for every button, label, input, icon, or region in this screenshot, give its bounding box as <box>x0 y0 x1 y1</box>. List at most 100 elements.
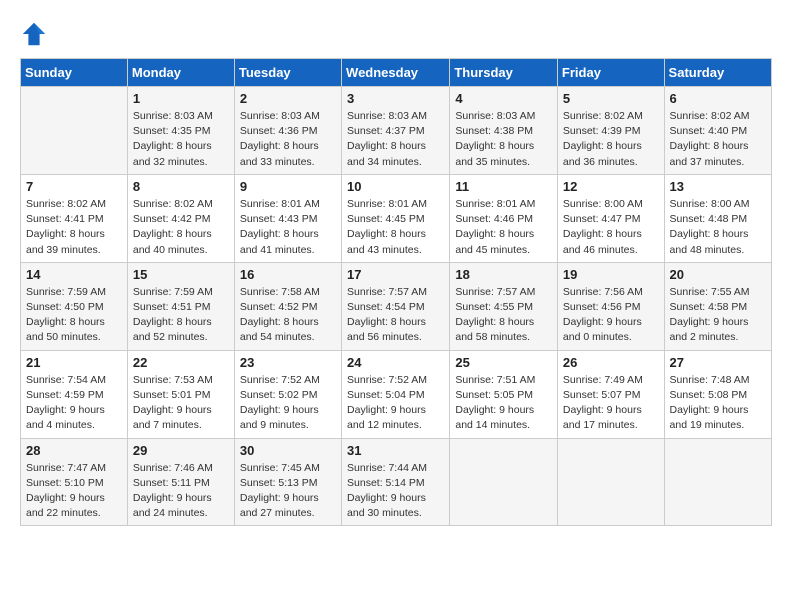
day-info: Sunrise: 8:03 AM Sunset: 4:35 PM Dayligh… <box>133 109 229 170</box>
day-info: Sunrise: 8:01 AM Sunset: 4:46 PM Dayligh… <box>455 197 552 258</box>
calendar-cell: 20 Sunrise: 7:55 AM Sunset: 4:58 PM Dayli… <box>664 262 771 350</box>
day-number: 26 <box>563 355 659 370</box>
calendar-cell: 31 Sunrise: 7:44 AM Sunset: 5:14 PM Dayli… <box>342 438 450 526</box>
day-info: Sunrise: 8:00 AM Sunset: 4:48 PM Dayligh… <box>670 197 766 258</box>
day-header-thursday: Thursday <box>450 59 558 87</box>
calendar-cell: 14 Sunrise: 7:59 AM Sunset: 4:50 PM Dayli… <box>21 262 128 350</box>
day-info: Sunrise: 7:55 AM Sunset: 4:58 PM Dayligh… <box>670 285 766 346</box>
day-number: 4 <box>455 91 552 106</box>
day-info: Sunrise: 7:52 AM Sunset: 5:02 PM Dayligh… <box>240 373 336 434</box>
calendar-cell: 28 Sunrise: 7:47 AM Sunset: 5:10 PM Dayli… <box>21 438 128 526</box>
day-number: 13 <box>670 179 766 194</box>
day-number: 2 <box>240 91 336 106</box>
week-row-5: 28 Sunrise: 7:47 AM Sunset: 5:10 PM Dayli… <box>21 438 772 526</box>
calendar-cell: 17Sunrise: 7:57 AM Sunset: 4:54 PM Dayli… <box>342 262 450 350</box>
day-info: Sunrise: 8:02 AM Sunset: 4:40 PM Dayligh… <box>670 109 766 170</box>
calendar-cell: 2 Sunrise: 8:03 AM Sunset: 4:36 PM Daylig… <box>234 87 341 175</box>
day-number: 12 <box>563 179 659 194</box>
day-header-wednesday: Wednesday <box>342 59 450 87</box>
day-number: 14 <box>26 267 122 282</box>
calendar-cell: 27 Sunrise: 7:48 AM Sunset: 5:08 PM Dayli… <box>664 350 771 438</box>
day-info: Sunrise: 8:03 AM Sunset: 4:37 PM Dayligh… <box>347 109 444 170</box>
calendar-cell: 9 Sunrise: 8:01 AM Sunset: 4:43 PM Daylig… <box>234 174 341 262</box>
calendar-cell: 8 Sunrise: 8:02 AM Sunset: 4:42 PM Daylig… <box>127 174 234 262</box>
calendar-cell: 23 Sunrise: 7:52 AM Sunset: 5:02 PM Dayli… <box>234 350 341 438</box>
day-info: Sunrise: 8:02 AM Sunset: 4:41 PM Dayligh… <box>26 197 122 258</box>
day-number: 31 <box>347 443 444 458</box>
calendar-cell: 19 Sunrise: 7:56 AM Sunset: 4:56 PM Dayli… <box>557 262 664 350</box>
calendar-cell: 6 Sunrise: 8:02 AM Sunset: 4:40 PM Daylig… <box>664 87 771 175</box>
day-number: 7 <box>26 179 122 194</box>
week-row-2: 7 Sunrise: 8:02 AM Sunset: 4:41 PM Daylig… <box>21 174 772 262</box>
day-info: Sunrise: 8:02 AM Sunset: 4:42 PM Dayligh… <box>133 197 229 258</box>
calendar-cell: 29 Sunrise: 7:46 AM Sunset: 5:11 PM Dayli… <box>127 438 234 526</box>
calendar-cell: 26 Sunrise: 7:49 AM Sunset: 5:07 PM Dayli… <box>557 350 664 438</box>
calendar-cell: 10 Sunrise: 8:01 AM Sunset: 4:45 PM Dayli… <box>342 174 450 262</box>
calendar-cell <box>450 438 558 526</box>
day-number: 23 <box>240 355 336 370</box>
day-number: 29 <box>133 443 229 458</box>
day-number: 17 <box>347 267 444 282</box>
calendar-cell: 7 Sunrise: 8:02 AM Sunset: 4:41 PM Daylig… <box>21 174 128 262</box>
day-number: 19 <box>563 267 659 282</box>
day-number: 11 <box>455 179 552 194</box>
day-info: Sunrise: 7:48 AM Sunset: 5:08 PM Dayligh… <box>670 373 766 434</box>
day-info: Sunrise: 8:01 AM Sunset: 4:43 PM Dayligh… <box>240 197 336 258</box>
calendar-cell: 16Sunrise: 7:58 AM Sunset: 4:52 PM Dayli… <box>234 262 341 350</box>
day-info: Sunrise: 7:51 AM Sunset: 5:05 PM Dayligh… <box>455 373 552 434</box>
day-info: Sunrise: 8:02 AM Sunset: 4:39 PM Dayligh… <box>563 109 659 170</box>
calendar-cell: 12Sunrise: 8:00 AM Sunset: 4:47 PM Dayli… <box>557 174 664 262</box>
day-number: 5 <box>563 91 659 106</box>
day-info: Sunrise: 7:49 AM Sunset: 5:07 PM Dayligh… <box>563 373 659 434</box>
calendar-cell: 11 Sunrise: 8:01 AM Sunset: 4:46 PM Dayli… <box>450 174 558 262</box>
day-info: Sunrise: 8:03 AM Sunset: 4:36 PM Dayligh… <box>240 109 336 170</box>
day-info: Sunrise: 7:44 AM Sunset: 5:14 PM Dayligh… <box>347 461 444 522</box>
calendar-cell <box>557 438 664 526</box>
day-info: Sunrise: 7:46 AM Sunset: 5:11 PM Dayligh… <box>133 461 229 522</box>
day-number: 28 <box>26 443 122 458</box>
day-info: Sunrise: 7:57 AM Sunset: 4:55 PM Dayligh… <box>455 285 552 346</box>
week-row-3: 14 Sunrise: 7:59 AM Sunset: 4:50 PM Dayli… <box>21 262 772 350</box>
day-header-saturday: Saturday <box>664 59 771 87</box>
calendar-cell <box>664 438 771 526</box>
day-info: Sunrise: 7:56 AM Sunset: 4:56 PM Dayligh… <box>563 285 659 346</box>
calendar-cell: 1 Sunrise: 8:03 AM Sunset: 4:35 PM Daylig… <box>127 87 234 175</box>
calendar-cell: 25 Sunrise: 7:51 AM Sunset: 5:05 PM Dayli… <box>450 350 558 438</box>
day-number: 24 <box>347 355 444 370</box>
calendar-cell: 22Sunrise: 7:53 AM Sunset: 5:01 PM Dayli… <box>127 350 234 438</box>
day-number: 9 <box>240 179 336 194</box>
calendar-cell: 5 Sunrise: 8:02 AM Sunset: 4:39 PM Daylig… <box>557 87 664 175</box>
day-number: 21 <box>26 355 122 370</box>
day-number: 3 <box>347 91 444 106</box>
calendar-cell: 15Sunrise: 7:59 AM Sunset: 4:51 PM Dayli… <box>127 262 234 350</box>
logo <box>20 20 52 48</box>
calendar-table: SundayMondayTuesdayWednesdayThursdayFrid… <box>20 58 772 526</box>
day-number: 8 <box>133 179 229 194</box>
day-number: 6 <box>670 91 766 106</box>
calendar-cell: 18 Sunrise: 7:57 AM Sunset: 4:55 PM Dayli… <box>450 262 558 350</box>
day-info: Sunrise: 8:03 AM Sunset: 4:38 PM Dayligh… <box>455 109 552 170</box>
calendar-cell: 13 Sunrise: 8:00 AM Sunset: 4:48 PM Dayli… <box>664 174 771 262</box>
day-number: 27 <box>670 355 766 370</box>
calendar-cell: 4 Sunrise: 8:03 AM Sunset: 4:38 PM Daylig… <box>450 87 558 175</box>
day-header-friday: Friday <box>557 59 664 87</box>
day-number: 20 <box>670 267 766 282</box>
day-info: Sunrise: 7:54 AM Sunset: 4:59 PM Dayligh… <box>26 373 122 434</box>
day-number: 30 <box>240 443 336 458</box>
day-number: 18 <box>455 267 552 282</box>
day-info: Sunrise: 7:59 AM Sunset: 4:51 PM Dayligh… <box>133 285 229 346</box>
calendar-cell: 3 Sunrise: 8:03 AM Sunset: 4:37 PM Daylig… <box>342 87 450 175</box>
header-row: SundayMondayTuesdayWednesdayThursdayFrid… <box>21 59 772 87</box>
logo-icon <box>20 20 48 48</box>
day-header-sunday: Sunday <box>21 59 128 87</box>
day-number: 25 <box>455 355 552 370</box>
day-info: Sunrise: 8:01 AM Sunset: 4:45 PM Dayligh… <box>347 197 444 258</box>
day-number: 1 <box>133 91 229 106</box>
day-number: 10 <box>347 179 444 194</box>
day-info: Sunrise: 7:53 AM Sunset: 5:01 PM Dayligh… <box>133 373 229 434</box>
day-info: Sunrise: 7:47 AM Sunset: 5:10 PM Dayligh… <box>26 461 122 522</box>
week-row-1: 1 Sunrise: 8:03 AM Sunset: 4:35 PM Daylig… <box>21 87 772 175</box>
calendar-cell <box>21 87 128 175</box>
day-info: Sunrise: 7:59 AM Sunset: 4:50 PM Dayligh… <box>26 285 122 346</box>
calendar-cell: 30Sunrise: 7:45 AM Sunset: 5:13 PM Dayli… <box>234 438 341 526</box>
